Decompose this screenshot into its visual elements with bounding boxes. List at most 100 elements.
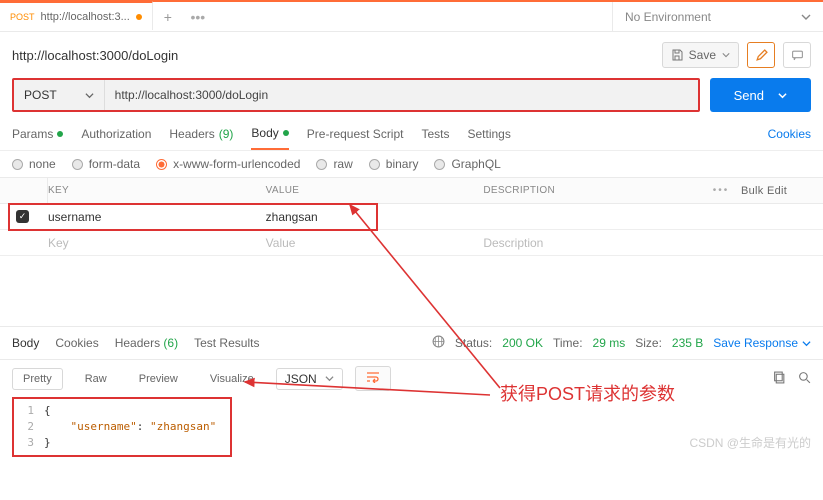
kv-row[interactable]: ✓ username zhangsan <box>0 204 823 230</box>
method-url-box: POST http://localhost:3000/doLogin <box>12 78 700 112</box>
view-preview[interactable]: Preview <box>129 369 188 389</box>
tab-settings[interactable]: Settings <box>468 119 511 149</box>
wrap-lines-button[interactable] <box>355 366 391 391</box>
view-visualize[interactable]: Visualize <box>200 369 264 389</box>
size-label: Size: <box>635 336 662 350</box>
pencil-icon <box>755 49 768 62</box>
kv-head-key: KEY <box>48 185 266 196</box>
radio-icon <box>72 159 83 170</box>
chevron-down-icon <box>778 91 787 100</box>
send-label: Send <box>734 88 764 103</box>
row-value-placeholder[interactable]: Value <box>266 236 484 250</box>
edit-button[interactable] <box>747 42 775 68</box>
radio-checked-icon <box>156 159 167 170</box>
row-key-placeholder[interactable]: Key <box>48 236 266 250</box>
tab-headers[interactable]: Headers (9) <box>169 119 233 149</box>
copy-button[interactable] <box>773 371 786 387</box>
chevron-down-icon <box>325 374 334 383</box>
tab-body[interactable]: Body <box>251 118 288 150</box>
resp-tab-body[interactable]: Body <box>12 333 39 353</box>
request-tab[interactable]: POST http://localhost:3... <box>0 1 153 30</box>
add-tab-button[interactable]: + <box>153 9 183 25</box>
tab-overflow-button[interactable]: ••• <box>183 9 213 25</box>
response-view-row: Pretty Raw Preview Visualize JSON <box>0 360 823 397</box>
kv-head-actions[interactable]: ••• <box>701 185 741 196</box>
radio-icon <box>434 159 445 170</box>
row-desc-placeholder[interactable]: Description <box>483 236 701 250</box>
headers-count: (9) <box>219 127 234 141</box>
cookies-link[interactable]: Cookies <box>768 119 811 149</box>
send-button[interactable]: Send <box>710 78 811 112</box>
unsaved-dot-icon <box>136 14 142 20</box>
line-number: 2 <box>20 419 34 435</box>
format-value: JSON <box>285 372 317 386</box>
resp-tab-test-results[interactable]: Test Results <box>194 333 259 353</box>
body-type-row: none form-data x-www-form-urlencoded raw… <box>0 151 823 177</box>
kv-row-empty[interactable]: Key Value Description <box>0 230 823 256</box>
response-body-box: 1{ 2 "username": "zhangsan" 3} <box>12 397 232 457</box>
status-code: 200 OK <box>502 336 543 350</box>
chevron-down-icon <box>722 51 730 59</box>
line-number: 1 <box>20 403 34 419</box>
save-icon <box>671 49 683 61</box>
size-value: 235 B <box>672 336 703 350</box>
radio-raw[interactable]: raw <box>316 157 352 171</box>
tab-title: http://localhost:3... <box>41 11 130 23</box>
method-select[interactable]: POST <box>14 80 105 110</box>
url-input[interactable]: http://localhost:3000/doLogin <box>105 80 698 110</box>
resp-tab-headers[interactable]: Headers (6) <box>115 333 178 353</box>
save-response-button[interactable]: Save Response <box>713 336 811 350</box>
row-value[interactable]: zhangsan <box>266 210 484 224</box>
row-checkbox[interactable]: ✓ <box>16 210 29 223</box>
view-right-actions <box>773 371 811 387</box>
save-label: Save <box>689 48 716 62</box>
code-line: { <box>44 404 51 417</box>
tab-method-badge: POST <box>10 12 35 22</box>
comment-icon <box>791 49 804 62</box>
radio-xform[interactable]: x-www-form-urlencoded <box>156 157 300 171</box>
format-select[interactable]: JSON <box>276 368 343 390</box>
radio-none[interactable]: none <box>12 157 56 171</box>
view-raw[interactable]: Raw <box>75 369 117 389</box>
save-button[interactable]: Save <box>662 42 739 68</box>
spacer <box>0 256 823 326</box>
url-value: http://localhost:3000/doLogin <box>115 88 268 102</box>
tab-authorization[interactable]: Authorization <box>81 119 151 149</box>
json-key: "username" <box>71 420 137 433</box>
view-pretty[interactable]: Pretty <box>12 368 63 390</box>
search-icon <box>798 371 811 384</box>
radio-binary[interactable]: binary <box>369 157 419 171</box>
environment-selector[interactable]: No Environment <box>612 2 823 31</box>
row-key[interactable]: username <box>48 210 266 224</box>
status-label: Status: <box>455 336 492 350</box>
line-number: 3 <box>20 435 34 451</box>
time-label: Time: <box>553 336 583 350</box>
comments-button[interactable] <box>783 42 811 68</box>
kv-head-value: VALUE <box>266 185 484 196</box>
radio-form-data[interactable]: form-data <box>72 157 140 171</box>
globe-icon[interactable] <box>432 335 445 351</box>
response-meta: Status: 200 OK Time: 29 ms Size: 235 B S… <box>432 335 811 351</box>
radio-icon <box>369 159 380 170</box>
search-button[interactable] <box>798 371 811 387</box>
kv-rows-container: ✓ username zhangsan Key Value Descriptio… <box>0 204 823 256</box>
request-tabs-bar: POST http://localhost:3... + ••• No Envi… <box>0 2 823 32</box>
app-window: POST http://localhost:3... + ••• No Envi… <box>0 0 823 457</box>
request-subtabs: Params Authorization Headers (9) Body Pr… <box>0 116 823 151</box>
dot-indicator-icon <box>57 131 63 137</box>
copy-icon <box>773 371 786 384</box>
kv-head-desc: DESCRIPTION <box>483 185 701 196</box>
kv-header-row: KEY VALUE DESCRIPTION ••• Bulk Edit <box>0 177 823 204</box>
annotation-text: 获得POST请求的参数 <box>500 380 675 406</box>
bulk-edit-button[interactable]: Bulk Edit <box>741 185 811 197</box>
tab-params[interactable]: Params <box>12 119 63 149</box>
request-name[interactable]: http://localhost:3000/doLogin <box>12 48 654 63</box>
tab-tests[interactable]: Tests <box>421 119 449 149</box>
chevron-down-icon <box>85 91 94 100</box>
dot-indicator-icon <box>283 130 289 136</box>
kv-head-spacer <box>12 178 48 203</box>
url-row: POST http://localhost:3000/doLogin Send <box>0 78 823 116</box>
resp-tab-cookies[interactable]: Cookies <box>55 333 98 353</box>
tab-prerequest[interactable]: Pre-request Script <box>307 119 404 149</box>
radio-graphql[interactable]: GraphQL <box>434 157 500 171</box>
